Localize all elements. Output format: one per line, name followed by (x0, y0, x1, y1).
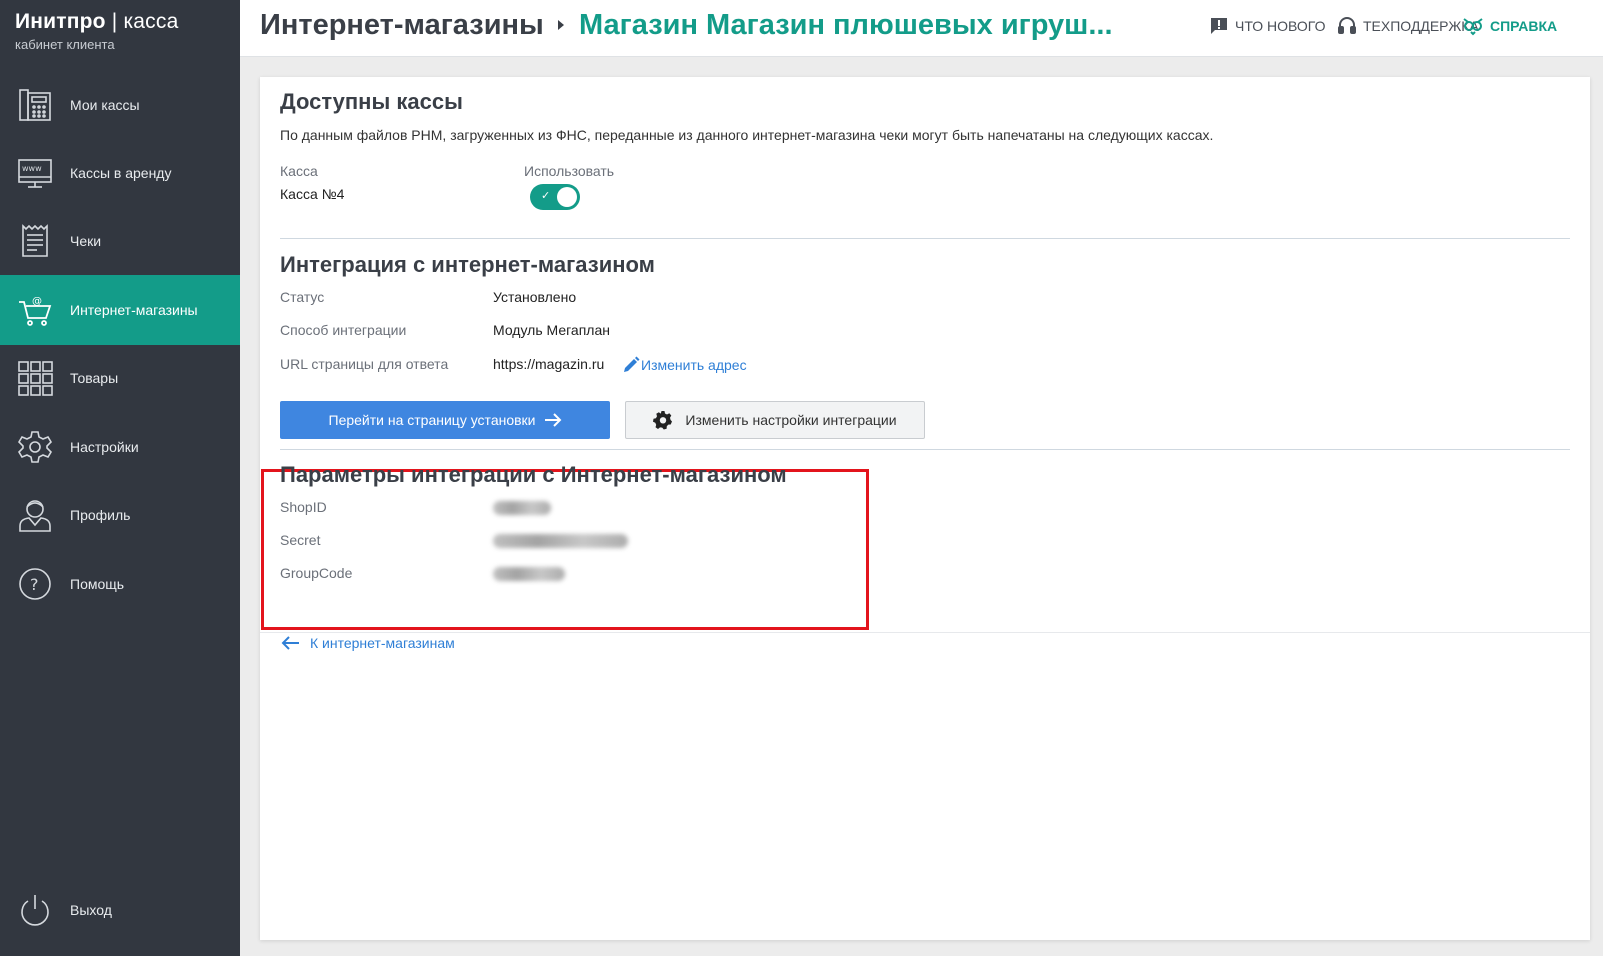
brand-logo[interactable]: Инитпро | касса кабинет клиента (15, 10, 178, 52)
receipt-icon (22, 224, 48, 257)
groupcode-label: GroupCode (280, 565, 353, 581)
help-label: СПРАВКА (1490, 18, 1558, 34)
pencil-icon (624, 356, 640, 372)
page-title: Магазин Магазин плюшевых игруш... (579, 9, 1113, 41)
back-to-stores-link[interactable]: К интернет-магазинам (280, 635, 455, 651)
svg-text:@: @ (32, 296, 42, 307)
owl-icon (1463, 18, 1483, 36)
toggle-knob (557, 187, 577, 207)
breadcrumb-separator-icon (558, 20, 564, 30)
svg-text:www: www (22, 164, 42, 173)
settings-button-label: Изменить настройки интеграции (685, 412, 897, 428)
use-column-header: Использовать (524, 163, 615, 179)
sidebar-item-label: Интернет-магазины (70, 302, 198, 318)
www-monitor-icon: www (18, 159, 52, 188)
support-link[interactable]: ТЕХПОДДЕРЖКА (1337, 16, 1479, 36)
params-title: Параметры интеграции с Интернет-магазино… (280, 462, 787, 487)
gear-icon (17, 431, 53, 463)
arrow-right-icon (544, 413, 561, 427)
footer-divider (260, 632, 1590, 633)
store-details-card: Доступны кассы По данным файлов РНМ, заг… (260, 77, 1590, 940)
change-url-link[interactable]: Изменить адрес (621, 355, 747, 375)
secret-label: Secret (280, 532, 321, 548)
headset-icon (1338, 17, 1356, 34)
sidebar-item-label: Чеки (70, 233, 102, 249)
logout-button[interactable]: Выход (0, 875, 240, 945)
sidebar-item-label: Товары (70, 370, 119, 386)
brand-product: касса (123, 10, 179, 33)
arrow-left-icon (281, 636, 299, 650)
logout-label: Выход (70, 902, 112, 918)
status-label: Статус (280, 289, 325, 305)
sidebar-item-label: Мои кассы (70, 97, 140, 113)
status-value: Установлено (493, 289, 577, 305)
register-column-header: Касса (280, 163, 318, 179)
method-label: Способ интеграции (280, 322, 407, 338)
go-to-install-page-button[interactable]: Перейти на страницу установки (280, 401, 610, 439)
sidebar-item-my-registers[interactable]: Мои кассы (0, 70, 240, 140)
divider (280, 238, 1570, 239)
sidebar-item-rent-registers[interactable]: www Кассы в аренду (0, 138, 240, 208)
help-link[interactable]: СПРАВКА (1462, 16, 1557, 36)
brand-separator: | (105, 10, 124, 33)
gear-icon (653, 411, 673, 430)
brand-subtitle: кабинет клиента (15, 37, 115, 52)
url-label: URL страницы для ответа (280, 356, 449, 372)
sidebar-item-label: Профиль (70, 507, 131, 523)
grid-icon (18, 361, 53, 396)
sidebar-item-label: Кассы в аренду (70, 165, 172, 181)
sidebar-item-products[interactable]: Товары (0, 343, 240, 413)
register-name: Касса №4 (280, 186, 345, 202)
available-registers-description: По данным файлов РНМ, загруженных из ФНС… (280, 127, 1214, 143)
sidebar-item-label: Помощь (70, 576, 125, 592)
shopid-label: ShopID (280, 499, 327, 515)
shopid-value-redacted (493, 501, 551, 515)
user-icon (19, 500, 51, 532)
sidebar-item-profile[interactable]: Профиль (0, 480, 240, 550)
groupcode-value-redacted (493, 567, 565, 581)
whats-new-link[interactable]: ЧТО НОВОГО (1209, 16, 1325, 36)
whats-new-label: ЧТО НОВОГО (1235, 18, 1326, 34)
brand-name: Инитпро (15, 10, 106, 33)
breadcrumb-root[interactable]: Интернет-магазины (260, 9, 544, 42)
top-header: Интернет-магазины Магазин Магазин плюшев… (240, 0, 1603, 57)
check-icon: ✓ (541, 190, 551, 202)
shopping-cart-at-icon: @ (19, 296, 52, 326)
integration-title: Интеграция с интернет-магазином (280, 252, 655, 277)
method-value: Модуль Мегаплан (493, 322, 610, 338)
sidebar: Инитпро | касса кабинет клиента Мои касс… (0, 0, 240, 956)
divider (280, 449, 1570, 450)
secret-value-redacted (493, 534, 628, 548)
sidebar-item-online-stores[interactable]: @ Интернет-магазины (0, 275, 240, 345)
change-integration-settings-button[interactable]: Изменить настройки интеграции (625, 401, 925, 439)
url-value: https://magazin.ru (493, 356, 605, 372)
cash-register-icon (19, 89, 51, 121)
announcement-icon (1211, 18, 1227, 34)
sidebar-item-receipts[interactable]: Чеки (0, 206, 240, 276)
back-link-label: К интернет-магазинам (310, 635, 455, 651)
install-button-label: Перейти на страницу установки (328, 412, 536, 428)
sidebar-item-settings[interactable]: Настройки (0, 412, 240, 482)
power-icon (21, 895, 49, 926)
sidebar-item-label: Настройки (70, 439, 139, 455)
change-url-label: Изменить адрес (641, 357, 747, 373)
svg-text:?: ? (30, 575, 39, 594)
use-register-toggle[interactable]: ✓ (530, 184, 580, 210)
params-highlight-frame (261, 469, 869, 630)
sidebar-item-help[interactable]: ? Помощь (0, 549, 240, 619)
available-registers-title: Доступны кассы (280, 89, 463, 114)
question-circle-icon: ? (19, 568, 51, 600)
